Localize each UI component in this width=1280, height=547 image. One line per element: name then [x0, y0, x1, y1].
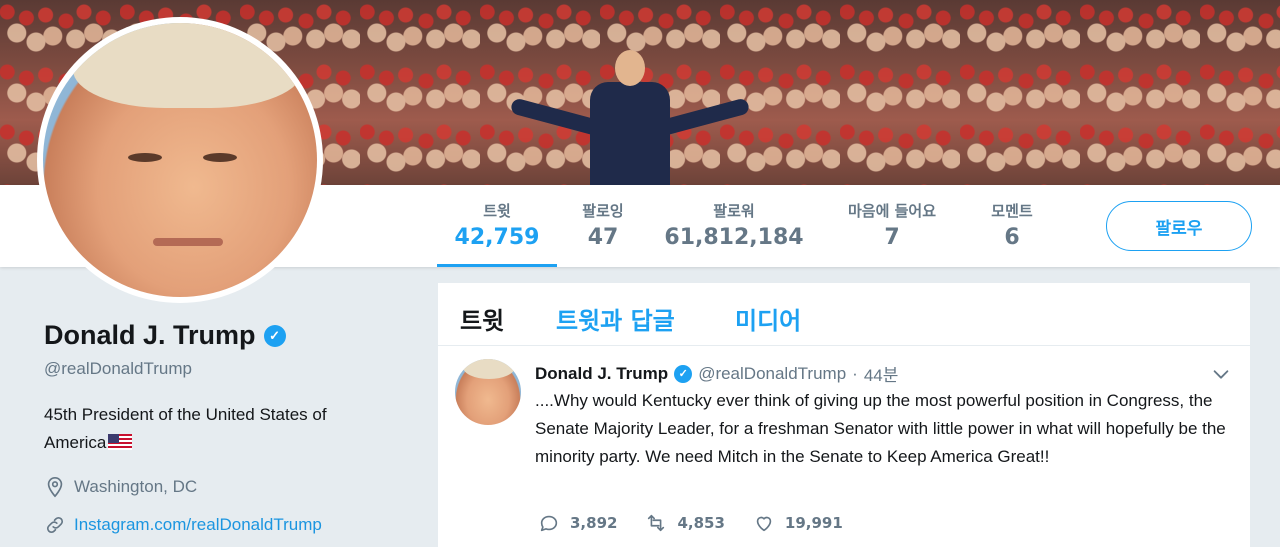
tweet-author-handle[interactable]: @realDonaldTrump: [698, 364, 846, 384]
profile-bio: 45th President of the United States of A…: [44, 401, 384, 457]
profile-location: Washington, DC: [44, 476, 197, 498]
profile-link-url[interactable]: Instagram.com/realDonaldTrump: [74, 515, 322, 535]
banner-speaker-figure: [509, 50, 751, 185]
stat-tweets[interactable]: 트윗 42,759: [437, 202, 557, 252]
stat-label: 팔로워: [713, 202, 755, 220]
stat-following[interactable]: 팔로잉 47: [568, 202, 638, 252]
like-icon: [756, 516, 772, 532]
link-icon: [44, 514, 66, 536]
retweet-button[interactable]: 4,853: [645, 512, 725, 534]
profile-name: Donald J. Trump ✓: [44, 320, 286, 351]
like-button[interactable]: 19,991: [753, 512, 843, 534]
profile-bio-text: 45th President of the United States of A…: [44, 405, 327, 452]
reply-count: 3,892: [570, 514, 618, 532]
tweet-separator: ·: [852, 363, 858, 383]
tweet-author-name[interactable]: Donald J. Trump: [535, 364, 668, 384]
reply-button[interactable]: 3,892: [538, 512, 617, 534]
stat-value: 7: [884, 225, 900, 250]
stat-likes[interactable]: 마음에 들어요 7: [832, 202, 952, 252]
profile-name-text: Donald J. Trump: [44, 320, 256, 350]
profile-handle: @realDonaldTrump: [44, 359, 192, 378]
stat-label: 팔로잉: [582, 202, 624, 220]
stat-value: 42,759: [454, 225, 540, 250]
tweet-avatar[interactable]: [455, 359, 521, 425]
tweet-actions: 3,892 4,853 19,991: [538, 512, 871, 534]
tab-media[interactable]: 미디어: [735, 301, 801, 336]
profile-location-text: Washington, DC: [74, 477, 198, 496]
avatar-image: [43, 23, 317, 297]
stat-value: 47: [587, 225, 619, 250]
retweet-icon: [648, 514, 665, 532]
stat-label: 트윗: [483, 202, 511, 220]
location-pin-icon: [44, 476, 66, 498]
tab-tweets[interactable]: 트윗: [460, 301, 504, 336]
stat-label: 마음에 들어요: [847, 202, 937, 220]
chevron-down-icon[interactable]: [1210, 363, 1232, 385]
stat-value: 61,812,184: [664, 225, 804, 250]
profile-avatar[interactable]: [37, 17, 323, 303]
stat-label: 모멘트: [991, 202, 1033, 220]
stat-followers[interactable]: 팔로워 61,812,184: [664, 202, 804, 252]
timeline: 트윗 트윗과 답글 미디어 Donald J. Trump ✓ @realDon…: [438, 283, 1250, 547]
timeline-tabs: 트윗 트윗과 답글 미디어: [438, 283, 1250, 346]
profile-link[interactable]: Instagram.com/realDonaldTrump: [44, 514, 322, 536]
stat-value: 6: [1004, 225, 1020, 250]
active-stat-indicator: [437, 264, 557, 267]
tweet-header: Donald J. Trump ✓ @realDonaldTrump · 44분: [535, 361, 898, 386]
tweet-timestamp[interactable]: 44분: [864, 361, 899, 386]
reply-icon: [540, 515, 558, 532]
stat-moments[interactable]: 모멘트 6: [978, 202, 1046, 252]
tweet[interactable]: Donald J. Trump ✓ @realDonaldTrump · 44분…: [438, 347, 1250, 547]
verified-badge-icon: ✓: [674, 364, 693, 383]
retweet-count: 4,853: [677, 514, 725, 532]
tweet-text: ....Why would Kentucky ever think of giv…: [535, 391, 1226, 466]
follow-button[interactable]: 팔로우: [1106, 201, 1252, 251]
verified-badge-icon: ✓: [263, 324, 286, 347]
like-count: 19,991: [784, 514, 843, 532]
us-flag-icon: [108, 434, 133, 450]
tab-tweets-and-replies[interactable]: 트윗과 답글: [556, 301, 675, 336]
